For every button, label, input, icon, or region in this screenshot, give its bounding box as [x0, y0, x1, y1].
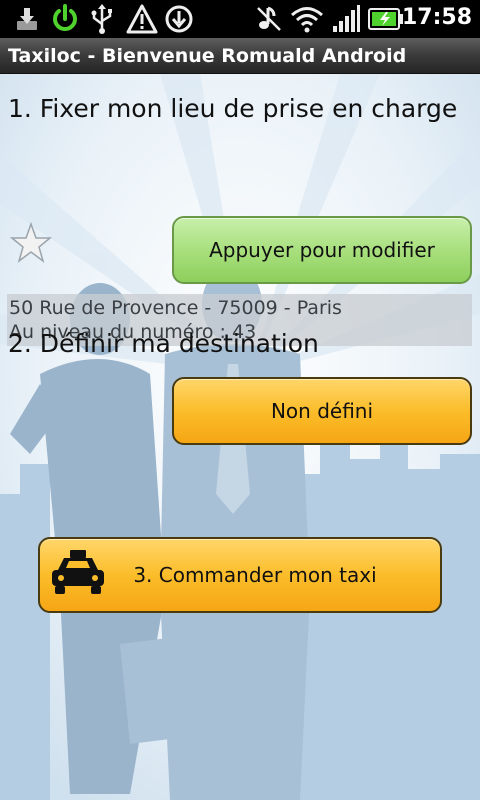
warning-icon	[126, 4, 158, 34]
usb-icon	[90, 4, 114, 34]
main-content: 1. Fixer mon lieu de prise en charge App…	[0, 74, 480, 800]
app-title: Taxiloc - Bienvenue Romuald Android	[8, 45, 407, 67]
pickup-heading: 1. Fixer mon lieu de prise en charge	[8, 94, 458, 123]
destination-button[interactable]: Non défini	[172, 377, 472, 445]
order-taxi-label: 3. Commander mon taxi	[133, 563, 377, 587]
wifi-icon	[290, 4, 324, 34]
destination-label: Non défini	[270, 399, 374, 423]
download-icon	[16, 4, 38, 34]
sync-icon	[164, 4, 194, 34]
status-bar: 17:58	[0, 0, 480, 38]
modify-pickup-label: Appuyer pour modifier	[209, 238, 435, 262]
taxi-icon	[52, 550, 104, 594]
battery-icon	[368, 4, 404, 34]
app-title-bar: Taxiloc - Bienvenue Romuald Android	[0, 38, 480, 74]
modify-pickup-button[interactable]: Appuyer pour modifier	[172, 216, 472, 284]
address-line-1: 50 Rue de Provence - 75009 - Paris	[9, 297, 342, 319]
clock: 17:58	[401, 5, 472, 30]
destination-heading: 2. Définir ma destination	[8, 329, 319, 358]
signal-icon	[332, 4, 360, 34]
vibrate-icon	[254, 4, 284, 34]
star-icon[interactable]	[10, 222, 52, 264]
power-icon	[50, 4, 80, 34]
